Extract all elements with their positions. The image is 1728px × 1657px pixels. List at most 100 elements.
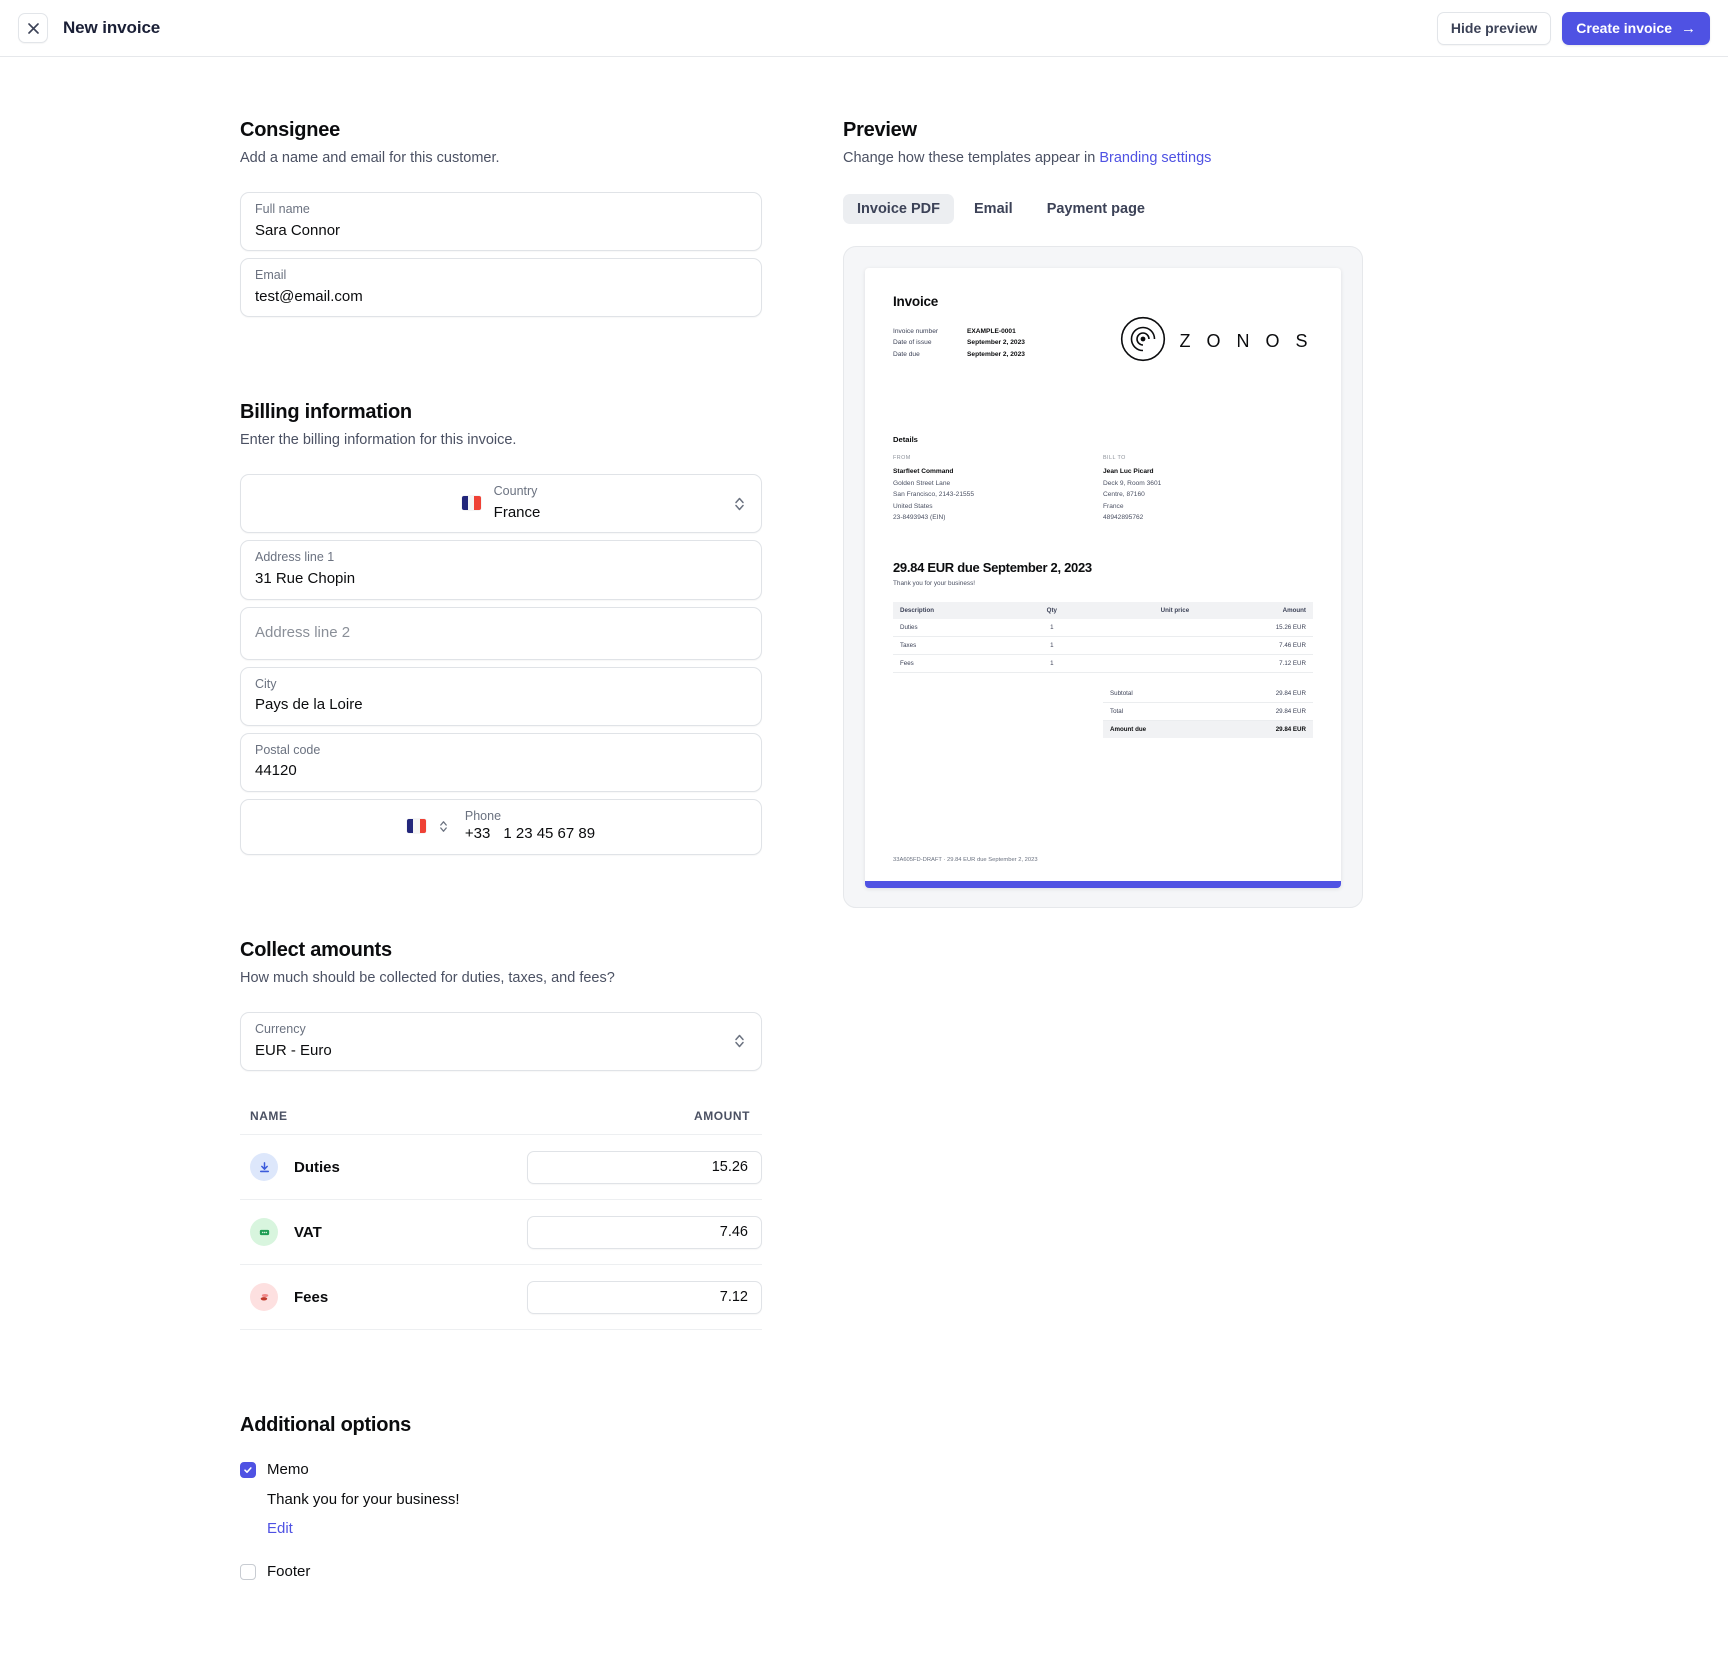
close-button[interactable] bbox=[18, 13, 48, 43]
currency-value: EUR - Euro bbox=[255, 1041, 332, 1059]
bill-to-line: Centre, 87160 bbox=[1103, 491, 1145, 499]
document-meta-values: EXAMPLE-0001 September 2, 2023 September… bbox=[967, 326, 1025, 360]
from-line: 23-8493943 (EIN) bbox=[893, 514, 946, 522]
total-value: 29.84 EUR bbox=[1275, 725, 1306, 733]
line-items-header-row: Description Qty Unit price Amount bbox=[893, 601, 1313, 619]
memo-text: Thank you for your business! bbox=[267, 1491, 460, 1508]
document-title: Invoice bbox=[893, 294, 939, 309]
address-line-2-field[interactable]: Address line 2 bbox=[240, 606, 762, 660]
tab-payment-page[interactable]: Payment page bbox=[1033, 194, 1159, 224]
memo-label: Memo bbox=[267, 1461, 309, 1478]
table-row: VAT 7.46 bbox=[240, 1200, 762, 1265]
full-name-input[interactable]: Sara Connor bbox=[255, 221, 747, 241]
col-amount: Amount bbox=[1196, 601, 1313, 619]
bill-to-caption: BILL TO bbox=[1103, 455, 1126, 461]
postal-code-input[interactable]: 44120 bbox=[255, 761, 747, 781]
table-row: Fees 1 7.12 EUR bbox=[893, 654, 1313, 673]
table-row: Duties 1 15.26 EUR bbox=[893, 618, 1313, 637]
details-heading: Details bbox=[893, 435, 918, 444]
cell-qty: 1 bbox=[1019, 618, 1084, 637]
collect-amounts-heading: Collect amounts bbox=[240, 938, 392, 961]
document-footer: 33A605FD-DRAFT · 29.84 EUR due September… bbox=[893, 857, 1038, 863]
full-name-field[interactable]: Full name Sara Connor bbox=[240, 192, 762, 252]
footer-label: Footer bbox=[267, 1563, 311, 1580]
duties-download-icon bbox=[250, 1153, 278, 1181]
table-row: Duties 15.26 bbox=[240, 1135, 762, 1200]
bill-to-name: Jean Luc Picard bbox=[1103, 468, 1154, 475]
country-value: France bbox=[493, 503, 541, 521]
total-value: 29.84 EUR bbox=[1275, 689, 1306, 697]
currency-fields: Currency EUR - Euro bbox=[240, 1011, 800, 1071]
email-input[interactable]: test@email.com bbox=[255, 287, 747, 307]
from-line: San Francisco, 2143-21555 bbox=[893, 491, 975, 499]
country-select[interactable]: Country France bbox=[240, 474, 762, 534]
chevron-updown-icon bbox=[734, 1034, 745, 1049]
collect-amounts-section: Collect amounts How much should be colle… bbox=[240, 939, 800, 1330]
preview-subtitle-text: Change how these templates appear in bbox=[843, 150, 1100, 166]
meta-label: Date of issue bbox=[893, 339, 932, 347]
email-field[interactable]: Email test@email.com bbox=[240, 258, 762, 318]
currency-select[interactable]: Currency EUR - Euro bbox=[240, 1011, 762, 1071]
address-line-2-input[interactable]: Address line 2 bbox=[255, 623, 747, 643]
preview-tabs: Invoice PDF Email Payment page bbox=[843, 194, 1363, 224]
footer-checkbox[interactable] bbox=[240, 1563, 256, 1580]
preview-subtitle: Change how these templates appear in Bra… bbox=[843, 150, 1363, 166]
address-line-1-field[interactable]: Address line 1 31 Rue Chopin bbox=[240, 540, 762, 600]
duties-amount-input[interactable]: 15.26 bbox=[527, 1150, 762, 1184]
zonos-mark-icon bbox=[1120, 316, 1166, 367]
amounts-table-header: NAME AMOUNT bbox=[240, 1109, 762, 1135]
total-row: Total 29.84 EUR bbox=[1103, 703, 1313, 721]
from-line: United States bbox=[893, 502, 933, 510]
additional-options-heading: Additional options bbox=[240, 1414, 412, 1436]
tab-invoice-pdf[interactable]: Invoice PDF bbox=[843, 194, 954, 224]
branding-settings-link[interactable]: Branding settings bbox=[1099, 150, 1211, 166]
col-unit-price: Unit price bbox=[1083, 601, 1197, 619]
phone-dial-code: +33 bbox=[464, 825, 491, 843]
amounts-table: NAME AMOUNT Duties 15.26 VAT 7.46 Fees 7… bbox=[240, 1109, 762, 1330]
city-input[interactable]: Pays de la Loire bbox=[255, 695, 747, 715]
vat-amount-input[interactable]: 7.46 bbox=[527, 1215, 762, 1249]
memo-edit-link[interactable]: Edit bbox=[267, 1520, 800, 1537]
hide-preview-button[interactable]: Hide preview bbox=[1436, 11, 1552, 45]
fees-coins-icon bbox=[250, 1283, 278, 1311]
fees-amount-input[interactable]: 7.12 bbox=[527, 1280, 762, 1314]
create-invoice-label: Create invoice bbox=[1576, 20, 1672, 36]
chevron-updown-icon[interactable] bbox=[439, 820, 448, 833]
phone-input[interactable]: 1 23 45 67 89 bbox=[503, 824, 595, 844]
billing-subtitle: Enter the billing information for this i… bbox=[240, 432, 517, 449]
tab-email[interactable]: Email bbox=[960, 194, 1027, 224]
document-accent-bar bbox=[865, 881, 1341, 888]
memo-option[interactable]: Memo bbox=[240, 1461, 800, 1478]
document-header-left: Invoice Invoice number Date of issue Dat… bbox=[893, 294, 1025, 360]
from-name: Starfleet Command bbox=[893, 468, 954, 475]
flag-france-icon bbox=[406, 819, 426, 834]
amount-due-heading: 29.84 EUR due September 2, 2023 bbox=[893, 559, 1092, 575]
total-label: Subtotal bbox=[1110, 689, 1133, 697]
memo-checkbox[interactable] bbox=[240, 1461, 256, 1478]
invoice-form-column: Consignee Add a name and email for this … bbox=[0, 119, 800, 1580]
address-line-1-input[interactable]: 31 Rue Chopin bbox=[255, 569, 747, 589]
collect-amounts-subtitle: How much should be collected for duties,… bbox=[240, 969, 615, 986]
col-description: Description bbox=[893, 601, 1020, 619]
row-label: Fees bbox=[294, 1288, 329, 1306]
cell-description: Duties bbox=[893, 618, 1020, 637]
cell-amount: 15.26 EUR bbox=[1196, 618, 1313, 637]
phone-field[interactable]: Phone +33 1 23 45 67 89 bbox=[240, 798, 762, 855]
billing-section: Billing information Enter the billing in… bbox=[240, 401, 800, 855]
zonos-wordmark: Z O N O S bbox=[1179, 331, 1313, 351]
create-invoice-button[interactable]: Create invoice → bbox=[1562, 11, 1710, 45]
from-caption: FROM bbox=[893, 455, 911, 461]
billing-fields: Country France Address line 1 31 Rue Cho… bbox=[240, 474, 800, 855]
total-value: 29.84 EUR bbox=[1275, 707, 1306, 715]
postal-code-label: Postal code bbox=[255, 742, 321, 757]
postal-code-field[interactable]: Postal code 44120 bbox=[240, 732, 762, 792]
phone-label: Phone bbox=[464, 808, 502, 823]
invoice-document-preview: Invoice Invoice number Date of issue Dat… bbox=[865, 268, 1341, 888]
cell-unit-price bbox=[1083, 654, 1197, 673]
flag-france-icon bbox=[461, 496, 481, 511]
footer-option[interactable]: Footer bbox=[240, 1563, 800, 1580]
city-field[interactable]: City Pays de la Loire bbox=[240, 666, 762, 726]
city-label: City bbox=[255, 676, 277, 691]
